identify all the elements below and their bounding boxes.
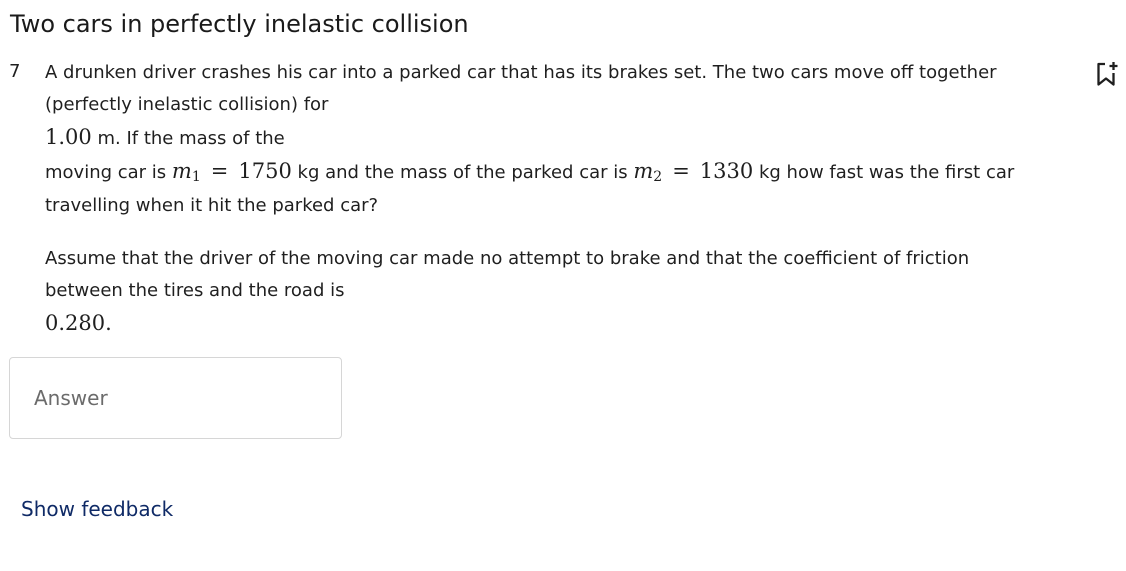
m2-value: 1330 [699,159,754,183]
page-title: Two cars in perfectly inelastic collisio… [10,10,469,38]
question-line-1: A drunken driver crashes his car into a … [45,62,997,83]
question-paragraph-2: Assume that the driver of the moving car… [45,243,1045,341]
m2-index: 2 [653,169,663,185]
m1-symbol: m [171,159,192,183]
m2-math: m2 = 1330 [633,159,754,185]
question-paragraph-1: A drunken driver crashes his car into a … [45,57,1045,222]
distance-value: 1.00 [45,125,92,149]
m2-symbol: m [633,159,654,183]
line4-middle: kg and the mass of the parked car is [291,162,634,183]
friction-value: 0.280. [45,311,112,335]
question-line-2: (perfectly inelastic collision) for [45,94,329,115]
show-feedback-link[interactable]: Show feedback [21,497,173,521]
bookmark-add-icon-graphic [1097,62,1118,86]
question-text: A drunken driver crashes his car into a … [45,57,1045,341]
bookmark-add-icon[interactable] [1094,60,1120,88]
assumption-line-1: Assume that the driver of the moving car… [45,248,970,269]
m1-equals: = [210,159,229,183]
assumption-line-2: between the tires and the road is [45,280,345,301]
answer-input[interactable] [9,357,342,439]
question-number: 7 [9,61,21,82]
question-line-5: travelling when it hit the parked car? [45,195,379,216]
m1-index: 1 [191,169,201,185]
line4-suffix: kg how fast was the first car [753,162,1015,183]
distance-suffix: m. If the mass of the [91,128,285,149]
m1-value: 1750 [238,159,292,183]
line4-prefix: moving car is [45,162,172,183]
m2-equals: = [672,159,690,183]
m1-math: m1 = 1750 [171,159,292,185]
